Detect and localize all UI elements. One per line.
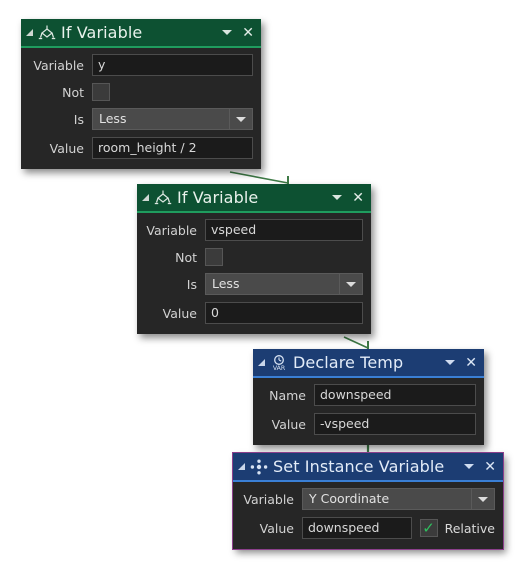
- not-checkbox[interactable]: [205, 248, 223, 266]
- value-input[interactable]: 0: [205, 302, 363, 324]
- is-dropdown-value: Less: [205, 273, 339, 295]
- value-label: Value: [162, 305, 197, 321]
- value-label: Value: [259, 520, 294, 536]
- close-icon[interactable]: ✕: [352, 191, 365, 205]
- chevron-down-icon[interactable]: [222, 30, 233, 35]
- value-label: Value: [49, 140, 84, 156]
- var-clock-icon: VAR: [273, 354, 286, 372]
- block-title: Declare Temp: [293, 352, 404, 372]
- variable-label: Variable: [33, 57, 84, 73]
- block-declare-temp[interactable]: VAR Declare Temp ✕ Name downspeed Value …: [253, 349, 484, 445]
- is-dropdown-button[interactable]: [229, 108, 253, 130]
- row-value: Value -vspeed: [261, 413, 476, 435]
- block-titlebar[interactable]: Set Instance Variable ✕: [233, 453, 503, 480]
- variable-dropdown-button[interactable]: [471, 488, 495, 510]
- not-label: Not: [62, 84, 84, 100]
- check-icon: ✓: [422, 518, 435, 537]
- not-checkbox[interactable]: [92, 83, 110, 101]
- row-value: Value room_height / 2: [29, 137, 253, 159]
- chevron-down-icon: [478, 496, 488, 502]
- name-label: Name: [269, 387, 306, 403]
- is-dropdown[interactable]: Less: [205, 273, 363, 295]
- variable-dropdown-value: Y Coordinate: [302, 488, 471, 510]
- collapse-triangle-icon[interactable]: [238, 463, 245, 470]
- variable-label: Variable: [243, 491, 294, 507]
- value-input[interactable]: downspeed: [302, 517, 412, 539]
- instance-dots-icon: [250, 459, 268, 474]
- block-body: Variable vspeed Not Is Less Value 0: [137, 213, 371, 328]
- chevron-down-icon: [346, 281, 356, 287]
- relative-option[interactable]: ✓ Relative: [419, 518, 495, 537]
- close-icon[interactable]: ✕: [484, 460, 497, 474]
- row-not: Not: [29, 83, 253, 101]
- row-variable: Variable vspeed: [145, 219, 363, 241]
- row-not: Not: [145, 248, 363, 266]
- block-set-instance-variable[interactable]: Set Instance Variable ✕ Variable Y Coord…: [232, 452, 504, 550]
- is-dropdown-button[interactable]: [339, 273, 363, 295]
- block-titlebar[interactable]: If Variable ✕: [21, 19, 261, 46]
- close-icon[interactable]: ✕: [242, 26, 255, 40]
- row-name: Name downspeed: [261, 384, 476, 406]
- row-value: Value downspeed ✓ Relative: [241, 517, 495, 539]
- is-label: Is: [186, 276, 197, 292]
- name-input[interactable]: downspeed: [314, 384, 476, 406]
- branch-diamond-icon: [38, 25, 56, 39]
- block-body: Name downspeed Value -vspeed: [253, 378, 484, 439]
- variable-label: Variable: [146, 222, 197, 238]
- collapse-triangle-icon[interactable]: [26, 29, 33, 36]
- chevron-down-icon: [236, 116, 246, 122]
- value-input[interactable]: -vspeed: [314, 413, 476, 435]
- row-is: Is Less: [29, 108, 253, 130]
- block-title: If Variable: [61, 22, 143, 42]
- not-label: Not: [175, 249, 197, 265]
- row-variable: Variable y: [29, 54, 253, 76]
- row-variable: Variable Y Coordinate: [241, 488, 495, 510]
- chevron-down-icon[interactable]: [464, 464, 475, 469]
- row-value: Value 0: [145, 302, 363, 324]
- variable-dropdown[interactable]: Y Coordinate: [302, 488, 495, 510]
- block-if-variable-y[interactable]: If Variable ✕ Variable y Not Is Less Val…: [21, 19, 261, 169]
- block-body: Variable Y Coordinate Value downspeed ✓ …: [233, 482, 503, 543]
- chevron-down-icon[interactable]: [445, 360, 456, 365]
- node-graph-canvas[interactable]: If Variable ✕ Variable y Not Is Less Val…: [0, 0, 524, 570]
- value-input[interactable]: room_height / 2: [92, 137, 253, 159]
- block-titlebar[interactable]: VAR Declare Temp ✕: [253, 349, 484, 376]
- collapse-triangle-icon[interactable]: [142, 194, 149, 201]
- chevron-down-icon[interactable]: [332, 195, 343, 200]
- block-if-variable-vspeed[interactable]: If Variable ✕ Variable vspeed Not Is Les…: [137, 184, 371, 334]
- svg-text:VAR: VAR: [273, 365, 286, 372]
- is-label: Is: [73, 111, 84, 127]
- branch-diamond-icon: [154, 190, 172, 204]
- variable-input[interactable]: vspeed: [205, 219, 363, 241]
- block-body: Variable y Not Is Less Value room_height…: [21, 48, 261, 163]
- variable-input[interactable]: y: [92, 54, 253, 76]
- is-dropdown[interactable]: Less: [92, 108, 253, 130]
- block-titlebar[interactable]: If Variable ✕: [137, 184, 371, 211]
- is-dropdown-value: Less: [92, 108, 229, 130]
- value-label: Value: [271, 416, 306, 432]
- relative-label: Relative: [444, 520, 495, 536]
- block-title: If Variable: [177, 187, 259, 207]
- close-icon[interactable]: ✕: [465, 356, 478, 370]
- collapse-triangle-icon[interactable]: [258, 359, 265, 366]
- block-title: Set Instance Variable: [273, 456, 445, 476]
- relative-checkbox[interactable]: ✓: [419, 518, 438, 537]
- row-is: Is Less: [145, 273, 363, 295]
